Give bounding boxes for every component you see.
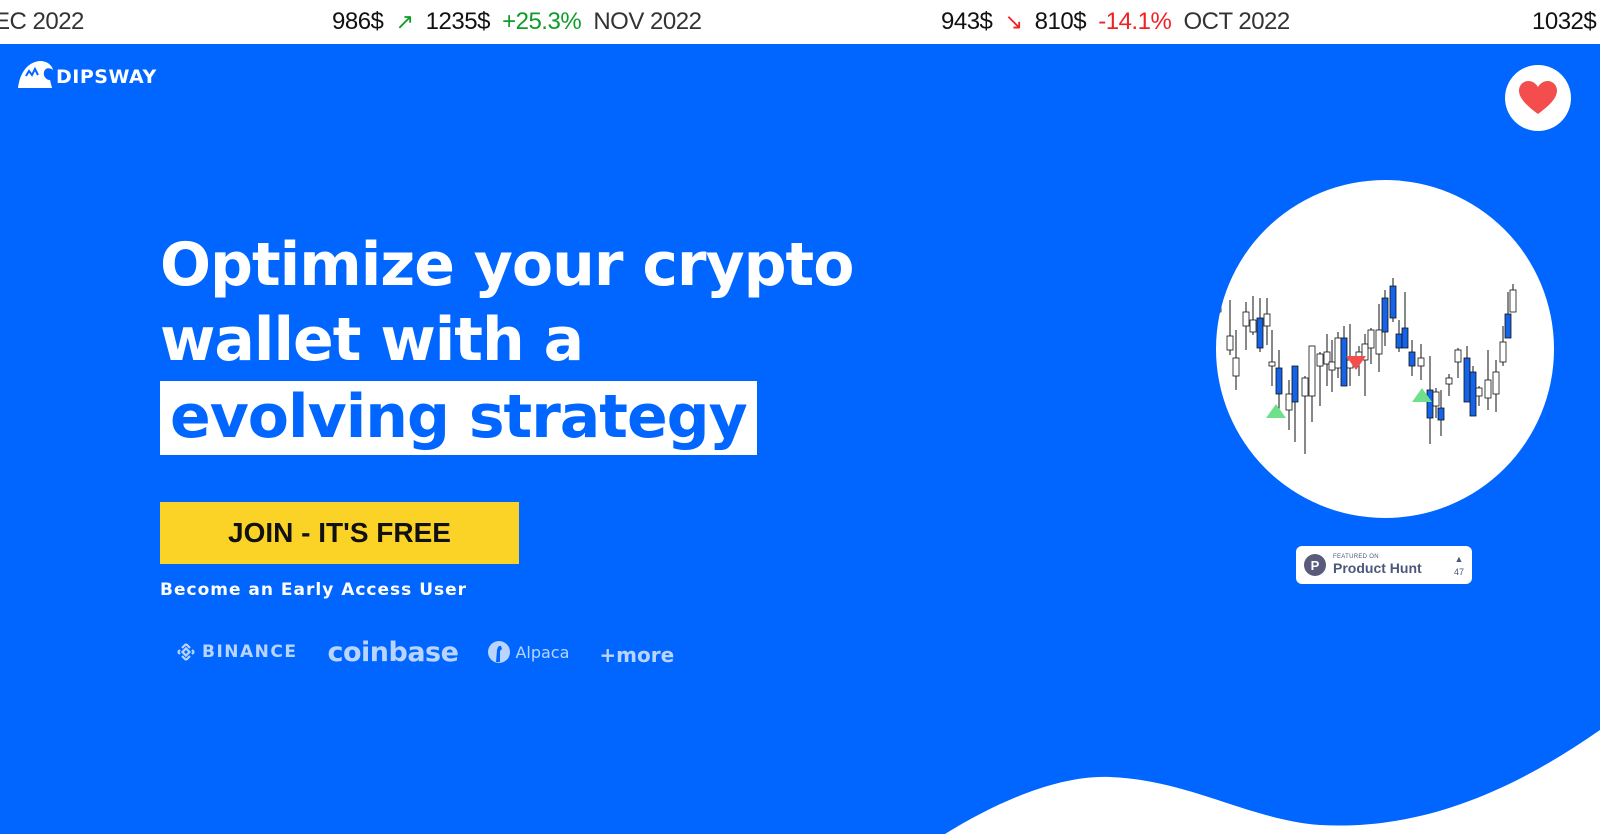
candle-body: [1301, 377, 1309, 397]
upvote-icon: ▲: [1454, 553, 1464, 564]
product-hunt-name: Product Hunt: [1333, 560, 1422, 576]
ticker-item: EC 2022: [0, 4, 90, 40]
candlestick-chart: [1216, 180, 1554, 518]
favorite-button[interactable]: [1505, 65, 1571, 131]
ticker-to-price: 810$: [1034, 8, 1087, 35]
product-hunt-icon: P: [1304, 554, 1326, 576]
candle-body: [1216, 301, 1222, 313]
candle-body: [1367, 329, 1375, 349]
product-hunt-badge[interactable]: P FEATURED ON Product Hunt ▲ 47: [1296, 546, 1472, 584]
wave-logo-icon: [18, 61, 53, 88]
candle-body: [1484, 379, 1492, 399]
candle-body: [1437, 407, 1445, 421]
candle-body: [1334, 337, 1342, 369]
candle-body: [1389, 285, 1397, 319]
ticker-from-price: 986$: [332, 8, 384, 35]
candle-body: [1395, 333, 1403, 349]
upvote-counter: ▲ 47: [1454, 554, 1464, 577]
candle-body: [1401, 327, 1409, 349]
candle-body: [1268, 361, 1276, 367]
arrow-up-right-icon: ↗: [395, 9, 414, 34]
bottom-wave-shape: [945, 730, 1600, 834]
vote-count: 47: [1453, 566, 1464, 577]
ticker-date: NOV 2022: [593, 8, 702, 35]
candle-body: [1285, 393, 1293, 411]
candle-body: [1232, 357, 1240, 377]
candle-body: [1426, 389, 1434, 419]
product-hunt-text: FEATURED ON Product Hunt: [1333, 554, 1422, 576]
ticker-change: -14.1%: [1098, 8, 1172, 35]
candle-body: [1432, 391, 1440, 407]
alpaca-logo: Alpaca: [488, 640, 569, 664]
candle-body: [1469, 371, 1477, 417]
headline-line: wallet with a constantly: [160, 305, 584, 450]
candle-body: [1263, 313, 1271, 327]
candle-body: [1242, 311, 1250, 327]
logo-text: DIPSWAY: [56, 66, 157, 88]
candle-body: [1308, 345, 1316, 397]
candlestick-chart-svg: [1216, 278, 1517, 454]
candle-body: [1445, 377, 1453, 385]
candle-body: [1408, 351, 1416, 367]
join-button[interactable]: JOIN - IT'S FREE: [160, 502, 519, 564]
hero-headline: Optimize your crypto wallet with a const…: [160, 228, 920, 455]
candle-body: [1454, 349, 1462, 363]
ticker-to-price: 1235$: [425, 8, 491, 35]
ticker-date: EC 2022: [0, 8, 84, 35]
candle-body: [1340, 337, 1348, 387]
candle-body: [1417, 357, 1425, 367]
early-access-text: Become an Early Access User: [160, 580, 468, 600]
candle-body: [1504, 313, 1512, 339]
candle-body: [1492, 371, 1500, 395]
alpaca-icon: [488, 641, 511, 663]
price-ticker: EC 2022 986$ ↗ 1235$ +25.3% NOV 2022 943…: [0, 0, 1600, 44]
ticker-from-price: 943$: [941, 8, 993, 35]
candle-body: [1291, 365, 1299, 403]
ticker-item: 986$ ↗ 1235$ +25.3% NOV 2022: [332, 4, 707, 40]
candle-body: [1328, 361, 1336, 371]
candle-body: [1475, 387, 1483, 397]
candle-body: [1316, 353, 1324, 367]
headline-line: Optimize your crypto: [160, 230, 854, 300]
candle-body: [1509, 289, 1517, 313]
exchange-logos: BINANCE coinbase Alpaca +more: [175, 632, 674, 672]
coinbase-logo: coinbase: [327, 636, 459, 668]
more-exchanges-link[interactable]: +more: [599, 643, 674, 667]
binance-icon: [177, 643, 195, 661]
candle-body: [1375, 329, 1383, 355]
buy-signal-marker: [1266, 404, 1286, 418]
ticker-item: 943$ ↘ 810$ -14.1% OCT 2022: [941, 4, 1296, 40]
candle-body: [1226, 335, 1234, 351]
binance-logo: BINANCE: [175, 641, 297, 663]
headline-highlight: evolving strategy: [160, 381, 757, 455]
heart-icon: [1519, 81, 1557, 114]
ticker-item: 1032$: [1532, 4, 1600, 40]
ticker-from-price: 1032$: [1532, 8, 1597, 35]
logo[interactable]: DIPSWAY: [16, 58, 157, 90]
candle-body: [1249, 319, 1257, 333]
candle-body: [1463, 357, 1471, 403]
ticker-date: OCT 2022: [1183, 8, 1290, 35]
arrow-down-right-icon: ↘: [1004, 9, 1023, 34]
candle-body: [1499, 341, 1507, 363]
alpaca-label: Alpaca: [515, 642, 570, 662]
candle-body: [1381, 297, 1389, 333]
ticker-change: +25.3%: [502, 8, 582, 35]
binance-label: BINANCE: [202, 642, 298, 662]
candle-body: [1275, 367, 1283, 395]
candle-body: [1256, 317, 1264, 349]
